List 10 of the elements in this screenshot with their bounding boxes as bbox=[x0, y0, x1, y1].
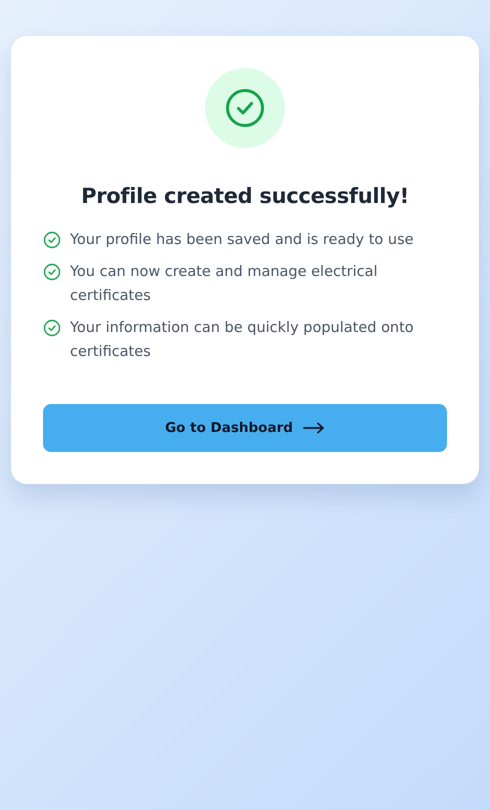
check-circle-icon bbox=[43, 319, 61, 337]
check-circle-icon bbox=[43, 263, 61, 281]
benefit-text: You can now create and manage electrical certificates bbox=[70, 263, 379, 306]
dashboard-button[interactable]: Go to Dashboard bbox=[43, 404, 447, 452]
success-title: Profile created successfully! bbox=[81, 184, 409, 208]
arrow-right-icon bbox=[302, 422, 325, 434]
check-circle-icon bbox=[225, 88, 265, 128]
benefit-text: Your profile has been saved and is ready to use bbox=[70, 231, 414, 250]
check-circle-icon bbox=[43, 231, 61, 249]
benefit-text: Your information can be quickly populated onto certificates bbox=[70, 319, 415, 362]
